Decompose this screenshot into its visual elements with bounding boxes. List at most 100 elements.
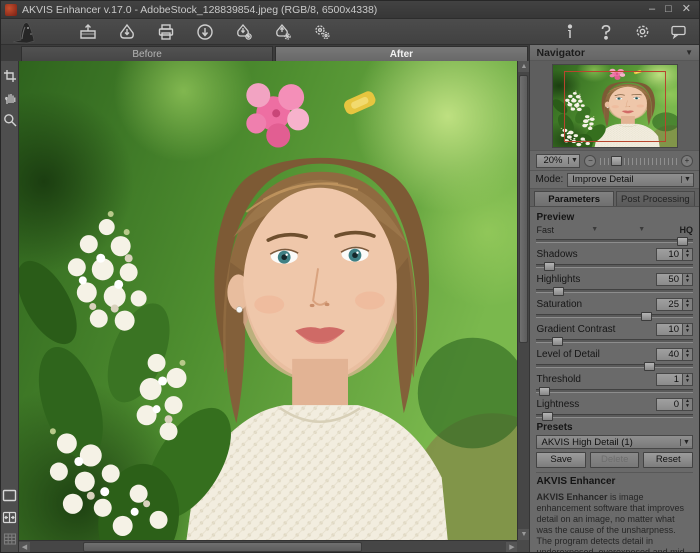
mode-value: Improve Detail (568, 174, 681, 185)
threshold-spinner[interactable]: ▲▼ (682, 373, 693, 386)
shadows-slider[interactable] (536, 264, 693, 268)
lightness-slider-handle[interactable] (542, 412, 553, 421)
slider-row-level-of-detail: Level of Detail 40▲▼ (536, 347, 693, 361)
highlights-label: Highlights (536, 274, 656, 285)
crop-icon[interactable] (2, 67, 18, 85)
tab-after[interactable]: After (275, 46, 527, 61)
import-presets-icon[interactable] (233, 21, 255, 43)
navigator-header[interactable]: Navigator ▼ (530, 45, 699, 61)
vertical-scrollbar[interactable]: ▲ ▼ (517, 61, 529, 540)
delete-preset-button[interactable]: Delete (590, 452, 640, 468)
zoom-tool-icon[interactable] (2, 111, 18, 129)
slider-row-highlights: Highlights 50▲▼ (536, 272, 693, 286)
level-of-detail-slider-handle[interactable] (644, 362, 655, 371)
tab-parameters[interactable]: Parameters (534, 191, 613, 206)
photo-canvas[interactable] (19, 61, 517, 540)
shadows-value[interactable]: 10 (656, 248, 682, 261)
navigator-title: Navigator (536, 47, 685, 59)
view-single-icon[interactable] (2, 486, 18, 504)
shadows-spinner[interactable]: ▲▼ (682, 248, 693, 261)
navigator-view-rect[interactable] (564, 71, 666, 142)
tab-post-processing[interactable]: Post Processing (616, 191, 695, 206)
hint-box: AKVIS Enhancer AKVIS Enhancer is image e… (536, 472, 693, 553)
zoom-slider-handle[interactable] (611, 156, 622, 166)
lightness-value[interactable]: 0 (656, 398, 682, 411)
preview-slider[interactable] (536, 239, 693, 243)
zoom-out-button[interactable]: − (584, 155, 596, 167)
zoom-slider[interactable] (600, 156, 677, 166)
feedback-icon[interactable] (667, 21, 689, 43)
threshold-slider-handle[interactable] (539, 387, 550, 396)
level-of-detail-spinner[interactable]: ▲▼ (682, 348, 693, 361)
lightness-slider[interactable] (536, 414, 693, 418)
preview-fast-label: Fast (536, 225, 679, 236)
quick-grid-icon[interactable] (2, 530, 18, 548)
highlights-slider-handle[interactable] (553, 287, 564, 296)
level-of-detail-slider[interactable] (536, 364, 693, 368)
highlights-slider[interactable] (536, 289, 693, 293)
gradient-contrast-spinner[interactable]: ▲▼ (682, 323, 693, 336)
open-image-icon[interactable] (77, 21, 99, 43)
print-icon[interactable] (155, 21, 177, 43)
navigator-preview (530, 61, 699, 151)
horizontal-scrollbar[interactable]: ◀ ▶ (19, 540, 517, 553)
tab-before[interactable]: Before (21, 46, 273, 61)
level-of-detail-value[interactable]: 40 (656, 348, 682, 361)
highlights-value[interactable]: 50 (656, 273, 682, 286)
scrollbar-corner (517, 540, 529, 553)
slider-row-threshold: Threshold 1▲▼ (536, 372, 693, 386)
vertical-scroll-thumb[interactable] (519, 75, 528, 343)
gradient-contrast-value[interactable]: 10 (656, 323, 682, 336)
maximize-button[interactable]: □ (665, 4, 672, 15)
lightness-label: Lightness (536, 399, 656, 410)
export-presets-icon[interactable] (272, 21, 294, 43)
slider-row-shadows: Shadows 10▲▼ (536, 247, 693, 261)
zoom-level-select[interactable]: 20% ▼ (536, 154, 580, 168)
threshold-slider[interactable] (536, 389, 693, 393)
scroll-right-arrow[interactable]: ▶ (506, 542, 517, 553)
horizontal-scroll-thumb[interactable] (83, 542, 362, 552)
preview-slider-handle[interactable] (677, 237, 688, 246)
preset-select[interactable]: AKVIS High Detail (1) ▼ (536, 435, 693, 449)
level-of-detail-label: Level of Detail (536, 349, 656, 360)
navigator-collapse-icon[interactable]: ▼ (685, 48, 693, 57)
image-viewer: Before After (1, 45, 529, 553)
view-split-icon[interactable] (2, 508, 18, 526)
close-button[interactable]: ✕ (682, 4, 691, 15)
help-icon[interactable] (595, 21, 617, 43)
mode-dropdown-arrow[interactable]: ▼ (681, 176, 693, 183)
zoom-in-button[interactable]: + (681, 155, 693, 167)
threshold-label: Threshold (536, 374, 656, 385)
app-window: AKVIS Enhancer v.17.0 - AdobeStock_12883… (0, 0, 700, 553)
highlights-spinner[interactable]: ▲▼ (682, 273, 693, 286)
navigator-thumbnail[interactable] (552, 64, 678, 148)
saturation-slider-handle[interactable] (641, 312, 652, 321)
zoom-controls: 20% ▼ − + (530, 151, 699, 171)
preset-dropdown-arrow[interactable]: ▼ (680, 439, 692, 446)
mode-select[interactable]: Improve Detail ▼ (567, 173, 694, 187)
reset-preset-button[interactable]: Reset (643, 452, 693, 468)
saturation-slider[interactable] (536, 314, 693, 318)
share-icon[interactable] (194, 21, 216, 43)
saturation-value[interactable]: 25 (656, 298, 682, 311)
gradient-contrast-slider-handle[interactable] (552, 337, 563, 346)
saturation-spinner[interactable]: ▲▼ (682, 298, 693, 311)
scroll-down-arrow[interactable]: ▼ (518, 529, 529, 540)
zoom-dropdown-arrow[interactable]: ▼ (568, 157, 579, 164)
threshold-value[interactable]: 1 (656, 373, 682, 386)
lightness-spinner[interactable]: ▲▼ (682, 398, 693, 411)
scroll-left-arrow[interactable]: ◀ (19, 542, 30, 553)
minimize-button[interactable]: – (649, 4, 655, 15)
save-image-icon[interactable] (116, 21, 138, 43)
preview-heading: Preview (536, 212, 693, 223)
about-icon[interactable] (559, 21, 581, 43)
hint-title: AKVIS Enhancer (536, 476, 693, 487)
hand-icon[interactable] (2, 89, 18, 107)
save-preset-button[interactable]: Save (536, 452, 586, 468)
preferences-icon[interactable] (631, 21, 653, 43)
gradient-contrast-slider[interactable] (536, 339, 693, 343)
scroll-up-arrow[interactable]: ▲ (518, 61, 529, 72)
batch-processing-icon[interactable] (311, 21, 333, 43)
mode-label: Mode: (535, 174, 563, 185)
shadows-slider-handle[interactable] (544, 262, 555, 271)
